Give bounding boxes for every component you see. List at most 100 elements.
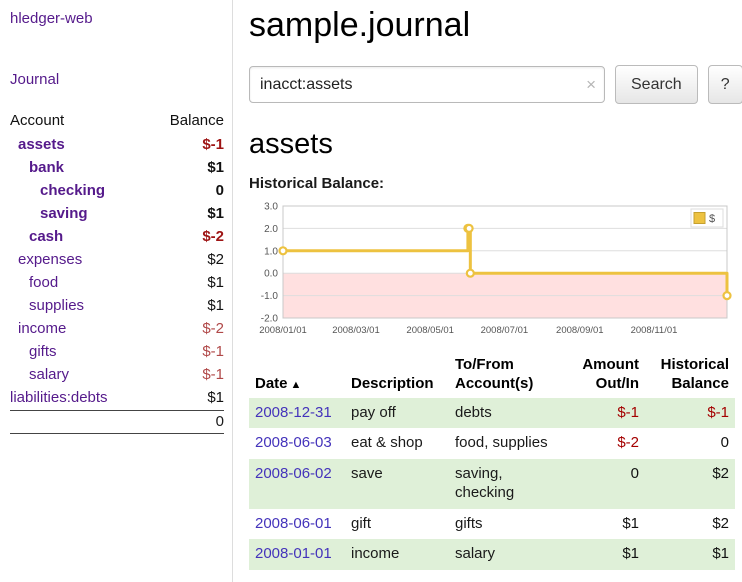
account-row: checking 0 (10, 179, 224, 202)
header-date[interactable]: Date▲ (249, 352, 345, 398)
page-title: sample.journal (249, 6, 742, 45)
header-balance: Historical Balance (645, 352, 735, 398)
svg-text:2008/03/01: 2008/03/01 (332, 325, 380, 336)
account-balance: $-2 (202, 317, 224, 340)
clear-search-icon[interactable]: × (586, 76, 596, 93)
transaction-balance: $1 (645, 539, 735, 570)
transaction-amount: 0 (569, 459, 645, 509)
account-balance: $-1 (202, 133, 224, 156)
sidebar-item-liabilities-debts[interactable]: liabilities:debts (10, 386, 108, 409)
transaction-description: save (345, 459, 449, 509)
svg-text:3.0: 3.0 (264, 202, 278, 213)
app-title-link[interactable]: hledger-web (10, 10, 93, 27)
chart-section-label: Historical Balance: (249, 175, 742, 192)
svg-text:2008/11/01: 2008/11/01 (631, 325, 678, 336)
sidebar-item-journal[interactable]: Journal (10, 71, 59, 88)
search-button[interactable]: Search (615, 65, 698, 104)
transaction-amount: $-1 (569, 398, 645, 429)
transaction-balance: $2 (645, 459, 735, 509)
transaction-balance: $2 (645, 509, 735, 540)
account-balance: $2 (207, 248, 224, 271)
account-balance: $-1 (202, 363, 224, 386)
transaction-description: pay off (345, 398, 449, 429)
header-amount: Amount Out/In (569, 352, 645, 398)
account-row: bank $1 (10, 156, 224, 179)
sidebar-item-saving[interactable]: saving (10, 202, 88, 225)
account-row: food $1 (10, 271, 224, 294)
accounts-header: Account Balance (10, 109, 224, 133)
account-balance: $1 (207, 202, 224, 225)
help-button[interactable]: ? (708, 65, 742, 104)
svg-text:-1.0: -1.0 (261, 291, 279, 302)
transaction-accounts: gifts (449, 509, 569, 540)
account-row: saving $1 (10, 202, 224, 225)
sidebar-item-income[interactable]: income (10, 317, 66, 340)
sort-asc-icon: ▲ (291, 379, 302, 391)
account-row: expenses $2 (10, 248, 224, 271)
transaction-date-link[interactable]: 2008-06-01 (255, 515, 332, 532)
transaction-accounts: debts (449, 398, 569, 429)
svg-text:2008/09/01: 2008/09/01 (556, 325, 604, 336)
account-row: gifts $-1 (10, 340, 224, 363)
svg-text:0.0: 0.0 (264, 269, 278, 280)
sidebar-item-checking[interactable]: checking (10, 179, 105, 202)
svg-text:2.0: 2.0 (264, 224, 278, 235)
register-row: 2008-01-01 income salary $1 $1 (249, 539, 735, 570)
account-row: salary $-1 (10, 363, 224, 386)
svg-text:1.0: 1.0 (264, 246, 278, 257)
svg-text:2008/05/01: 2008/05/01 (406, 325, 454, 336)
balance-chart: 3.02.01.00.0-1.0-2.02008/01/012008/03/01… (249, 198, 735, 338)
search-bar: × Search ? (249, 65, 742, 104)
sidebar-item-expenses[interactable]: expenses (10, 248, 82, 271)
register-table: Date▲ Description To/From Account(s) Amo… (249, 352, 735, 570)
sidebar-item-assets[interactable]: assets (10, 133, 65, 156)
transaction-date-link[interactable]: 2008-06-03 (255, 434, 332, 451)
accounts-header-balance: Balance (170, 109, 224, 133)
account-row: liabilities:debts $1 (10, 386, 224, 409)
transaction-balance: $-1 (645, 398, 735, 429)
svg-text:2008/07/01: 2008/07/01 (481, 325, 529, 336)
account-balance: $1 (207, 294, 224, 317)
sidebar-item-cash[interactable]: cash (10, 225, 63, 248)
transaction-accounts: saving, checking (449, 459, 569, 509)
account-balance: $1 (207, 386, 224, 409)
transaction-balance: 0 (645, 428, 735, 459)
transaction-accounts: food, supplies (449, 428, 569, 459)
svg-text:-2.0: -2.0 (261, 314, 279, 325)
transaction-description: eat & shop (345, 428, 449, 459)
sidebar-item-bank[interactable]: bank (10, 156, 64, 179)
register-row: 2008-06-02 save saving, checking 0 $2 (249, 459, 735, 509)
sidebar-item-salary[interactable]: salary (10, 363, 69, 386)
account-row: assets $-1 (10, 133, 224, 156)
page: hledger-web Journal Account Balance asse… (0, 0, 742, 582)
search-input-wrap: × (249, 66, 605, 103)
header-description: Description (345, 352, 449, 398)
account-row: income $-2 (10, 317, 224, 340)
sidebar-item-gifts[interactable]: gifts (10, 340, 57, 363)
register-row: 2008-06-03 eat & shop food, supplies $-2… (249, 428, 735, 459)
transaction-amount: $1 (569, 509, 645, 540)
accounts-table: Account Balance assets $-1 bank $1 check… (10, 109, 224, 434)
search-input[interactable] (249, 66, 605, 103)
account-row: supplies $1 (10, 294, 224, 317)
register-row: 2008-12-31 pay off debts $-1 $-1 (249, 398, 735, 429)
transaction-description: gift (345, 509, 449, 540)
account-heading: assets (249, 128, 742, 161)
transaction-date-link[interactable]: 2008-01-01 (255, 545, 332, 562)
main-content: sample.journal × Search ? assets Histori… (233, 0, 742, 582)
transaction-amount: $-2 (569, 428, 645, 459)
transaction-amount: $1 (569, 539, 645, 570)
journal-nav: Journal (10, 71, 224, 89)
accounts-header-account: Account (10, 109, 64, 133)
account-balance: $-2 (202, 225, 224, 248)
account-row: cash $-2 (10, 225, 224, 248)
header-account: To/From Account(s) (449, 352, 569, 398)
account-balance: $1 (207, 271, 224, 294)
sidebar-item-food[interactable]: food (10, 271, 58, 294)
transaction-date-link[interactable]: 2008-06-02 (255, 465, 332, 482)
sidebar-item-supplies[interactable]: supplies (10, 294, 84, 317)
transaction-date-link[interactable]: 2008-12-31 (255, 404, 332, 421)
balance-chart-svg: 3.02.01.00.0-1.0-2.02008/01/012008/03/01… (249, 198, 735, 338)
account-balance: $1 (207, 156, 224, 179)
sidebar: hledger-web Journal Account Balance asse… (0, 0, 233, 582)
